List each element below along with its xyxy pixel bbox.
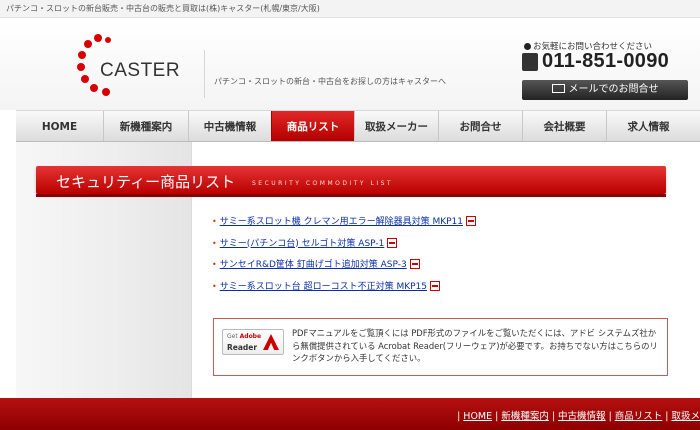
adobe-get-label: Get Adobe (227, 333, 262, 340)
site-footer: | HOME | 新機種案内 | 中古機情報 | 商品リスト | 取扱メ (0, 398, 700, 430)
bullet-icon: • (212, 238, 217, 248)
adobe-reader-notice: Get Adobe Reader PDFマニュアルをご覧頂くには PDF形式のフ… (213, 318, 668, 376)
pdf-icon[interactable] (387, 237, 398, 248)
footer-link-used-machines[interactable]: 中古機情報 (558, 411, 606, 422)
product-link[interactable]: サンセイR&D筐体 釘曲げゴト追加対策 ASP-3 (220, 260, 407, 270)
adobe-notice-text: PDFマニュアルをご覧頂くには PDF形式のファイルをご覧いただくには、アドビ … (292, 328, 658, 363)
nav-product-list[interactable]: 商品リスト (271, 111, 354, 141)
footer-link-manufacturers[interactable]: 取扱メ (671, 411, 700, 422)
product-link[interactable]: サミー(パチンコ台) セルゴト対策 ASP-1 (220, 239, 385, 249)
phone-number: 011-851-0090 (542, 50, 670, 72)
nav-used-machines[interactable]: 中古機情報 (188, 111, 271, 141)
mail-contact-button[interactable]: メールでのお問合せ (522, 80, 688, 100)
nav-new-models[interactable]: 新機種案内 (103, 111, 188, 141)
adobe-reader-label: Reader (227, 343, 258, 352)
bullet-icon: • (212, 260, 217, 269)
product-link[interactable]: サミー系スロット機 クレマン用エラー解除器具対策 MKP11 (220, 217, 463, 227)
product-list: • サミー系スロット機 クレマン用エラー解除器具対策 MKP11 • サミー(パチン… (212, 214, 672, 300)
footer-link-home[interactable]: HOME (463, 411, 492, 422)
phone-row: 011-851-0090 (522, 50, 669, 74)
pdf-icon[interactable] (466, 216, 476, 226)
mail-contact-label: メールでのお問合せ (568, 84, 659, 95)
get-adobe-reader-button[interactable]: Get Adobe Reader (222, 329, 284, 355)
main-nav: HOME 新機種案内 中古機情報 商品リスト 取扱メーカー お問合せ 会社概要 … (16, 110, 700, 142)
site-header: CASTER パチンコ・スロットの新台・中古台をお探しの方はキャスターへ お気軽… (0, 18, 700, 110)
pdf-icon[interactable] (430, 280, 440, 291)
logo-text[interactable]: CASTER (100, 60, 180, 82)
adobe-logo-icon (263, 334, 279, 350)
header-divider (204, 50, 205, 98)
footer-links: | HOME | 新機種案内 | 中古機情報 | 商品リスト | 取扱メ (457, 411, 700, 422)
phone-icon (522, 53, 538, 71)
nav-home[interactable]: HOME (16, 111, 103, 141)
bullet-icon: • (212, 281, 217, 291)
section-subtitle: SECURITY COMMODITY LIST (252, 180, 394, 187)
envelope-icon (551, 84, 565, 93)
product-link[interactable]: サミー系スロット台 超ローコスト不正対策 MKP15 (220, 282, 427, 292)
list-item: • サンセイR&D筐体 釘曲げゴト追加対策 ASP-3 (212, 257, 672, 279)
nav-recruit[interactable]: 求人情報 (606, 111, 690, 141)
info-icon (524, 43, 531, 50)
nav-company[interactable]: 会社概要 (522, 111, 606, 141)
footer-link-product-list[interactable]: 商品リスト (615, 411, 663, 422)
bullet-icon: • (212, 217, 217, 226)
section-title: セキュリティー商品リスト (56, 173, 236, 191)
list-item: • サミー系スロット機 クレマン用エラー解除器具対策 MKP11 (212, 214, 672, 236)
header-tagline: パチンコ・スロットの新台・中古台をお探しの方はキャスターへ (214, 77, 446, 86)
list-item: • サミー系スロット台 超ローコスト不正対策 MKP15 (212, 279, 672, 301)
nav-contact[interactable]: お問合せ (438, 111, 522, 141)
footer-link-new-models[interactable]: 新機種案内 (501, 411, 549, 422)
top-info-text: パチンコ・スロットの新台販売・中古台の販売と買取は(株)キャスター(札幌/東京/… (6, 4, 320, 13)
section-bar-shadow (36, 194, 666, 197)
nav-manufacturers[interactable]: 取扱メーカー (354, 111, 438, 141)
pdf-icon[interactable] (409, 259, 420, 269)
list-item: • サミー(パチンコ台) セルゴト対策 ASP-1 (212, 236, 672, 258)
top-info-bar: パチンコ・スロットの新台販売・中古台の販売と買取は(株)キャスター(札幌/東京/… (0, 0, 700, 18)
